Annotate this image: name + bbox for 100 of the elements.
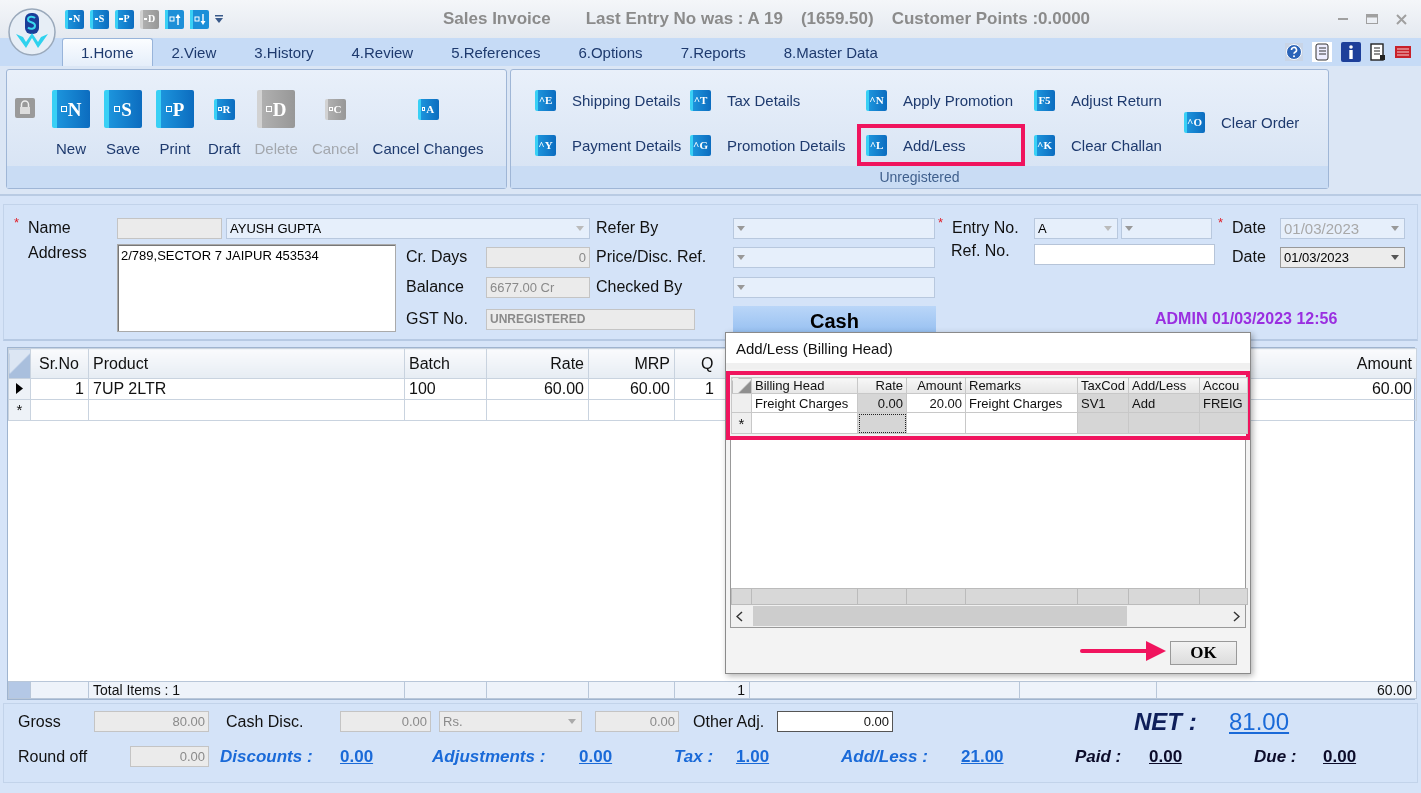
tile-icon: ^N [866,89,887,111]
exit-icon[interactable] [1395,46,1411,58]
field-label: Date [1232,219,1266,237]
summary-value[interactable]: 21.00 [961,746,1075,767]
column-header: Product [93,354,149,372]
entry-series-dropdown[interactable]: A [1034,217,1118,239]
ribbon-action[interactable]: ^Y Payment Details [526,124,681,166]
ribbon-button[interactable]: N New [45,88,97,160]
tile-icon: N [65,9,84,29]
address-field[interactable]: 2/789,SECTOR 7 JAIPUR 453534 [117,244,396,332]
tile-icon: A [417,98,439,120]
last-amount-text: (1659.50) [800,9,874,29]
net-amount: 81.00 [1229,707,1290,736]
table-cell: 0.00 [877,395,903,411]
field-label: Entry No. [952,219,1019,237]
dropdown-field[interactable] [1121,217,1212,239]
summary-value[interactable]: 0.00 [340,746,432,767]
ribbon-action[interactable]: ^E Shipping Details [526,79,681,121]
dialog-title: Add/Less (Billing Head) [726,333,1250,369]
field-label: Refer By [596,219,660,237]
tile-icon: F5 [1034,89,1055,111]
customer-name-dropdown[interactable]: AYUSH GUPTA [226,217,590,239]
dropdown-field[interactable] [733,276,935,298]
tile-icon: P [156,90,194,128]
scroll-left-icon[interactable] [736,610,743,622]
new-row-mark: * [738,414,745,432]
net-label: NET : [1134,707,1198,736]
tile-icon: ^O [1184,112,1205,133]
summary-label: Discounts : [220,746,314,767]
ribbon-button[interactable]: R Draft [201,88,248,160]
tab[interactable]: 1.Home [62,38,153,66]
tab[interactable]: 4.Review [332,38,433,66]
date-picker[interactable]: 01/03/2023 [1280,246,1405,268]
dropdown-arrow-icon [1104,225,1112,231]
dropdown-arrow-icon [568,719,576,724]
ribbon-button[interactable]: A Cancel Changes [365,88,491,160]
field-label: Checked By [596,278,684,296]
field-label: Gross [18,712,62,731]
document-icon[interactable] [1370,43,1386,61]
column-header: Rate [550,354,584,372]
horizontal-scrollbar[interactable] [731,605,1245,627]
field-label: GST No. [405,310,469,328]
tab[interactable]: 2.View [152,38,236,66]
tile-icon: S [104,90,142,128]
column-header: Q [701,354,714,372]
field-label: Address [27,243,88,262]
dropdown-field[interactable] [733,246,935,268]
ribbon-button[interactable]: S Save [97,88,149,160]
minimize-icon[interactable] [1338,17,1348,21]
ribbon-action[interactable]: ^N Apply Promotion [857,79,1025,121]
field-label: Round off [18,747,89,766]
table-cell: 100 [409,380,436,397]
close-icon[interactable] [1396,13,1407,25]
tab[interactable]: 6.Options [559,38,662,66]
table-cell: 1 [75,380,84,397]
table-cell: 20.00 [929,395,962,411]
ok-button[interactable]: OK [1170,640,1237,665]
dropdown-arrow-icon[interactable] [215,15,223,23]
created-by-label: ADMIN 01/03/2023 12:56 [1155,310,1338,327]
tile-icon: P [115,9,134,29]
tab[interactable]: 7.Reports [661,38,765,66]
ribbon-button[interactable]: P Print [149,88,201,160]
other-adjustment-field[interactable]: 0.00 [777,711,893,732]
summary-value[interactable]: 0.00 [579,746,674,767]
ribbon-action[interactable]: ^L Add/Less [857,124,1025,166]
list-icon[interactable] [1312,42,1332,62]
ribbon-action[interactable]: ^T Tax Details [681,79,857,121]
lock-icon[interactable] [15,98,35,118]
ref-no-field[interactable] [1034,244,1215,265]
group-caption: Unregistered [511,166,1328,188]
maximize-icon[interactable] [1366,14,1378,24]
ribbon-action[interactable]: ^O Clear Order [1175,101,1305,144]
dropdown-field[interactable] [733,217,935,239]
column-header: TaxCod [1081,378,1126,393]
column-header: Billing Head [755,378,825,393]
summary-label: Tax : [674,746,715,767]
customer-points-text: Customer Points :0.0000 [891,9,1091,29]
ribbon-action[interactable]: ^K Clear Challan [1025,124,1175,166]
ribbon-action[interactable]: F5 Adjust Return [1025,79,1175,121]
table-cell: SV1 [1081,395,1106,411]
scroll-right-icon[interactable] [1233,610,1240,622]
info-icon[interactable] [1341,42,1361,62]
tab[interactable]: 8.Master Data [764,38,897,66]
table-cell: FREIG [1203,395,1243,411]
dropdown-arrow-icon [1391,225,1399,231]
summary-label: Adjustments : [432,746,547,767]
summary-value[interactable]: 0.00 [1149,746,1254,767]
tile-icon: S [90,9,109,29]
code-field[interactable] [117,217,222,239]
total-cell: Total Items : 1 [93,682,181,698]
help-icon[interactable] [1285,43,1303,61]
summary-label: Paid : [1075,746,1123,767]
dropdown-arrow-icon [1125,225,1133,231]
ribbon-action[interactable]: ^G Promotion Details [681,124,857,166]
summary-value[interactable]: 1.00 [736,746,841,767]
tab[interactable]: 5.References [432,38,560,66]
summary-value[interactable]: 0.00 [1323,746,1403,767]
tab[interactable]: 3.History [235,38,333,66]
dropdown-arrow-icon [737,225,745,231]
field-label: Cash Disc. [226,712,305,731]
